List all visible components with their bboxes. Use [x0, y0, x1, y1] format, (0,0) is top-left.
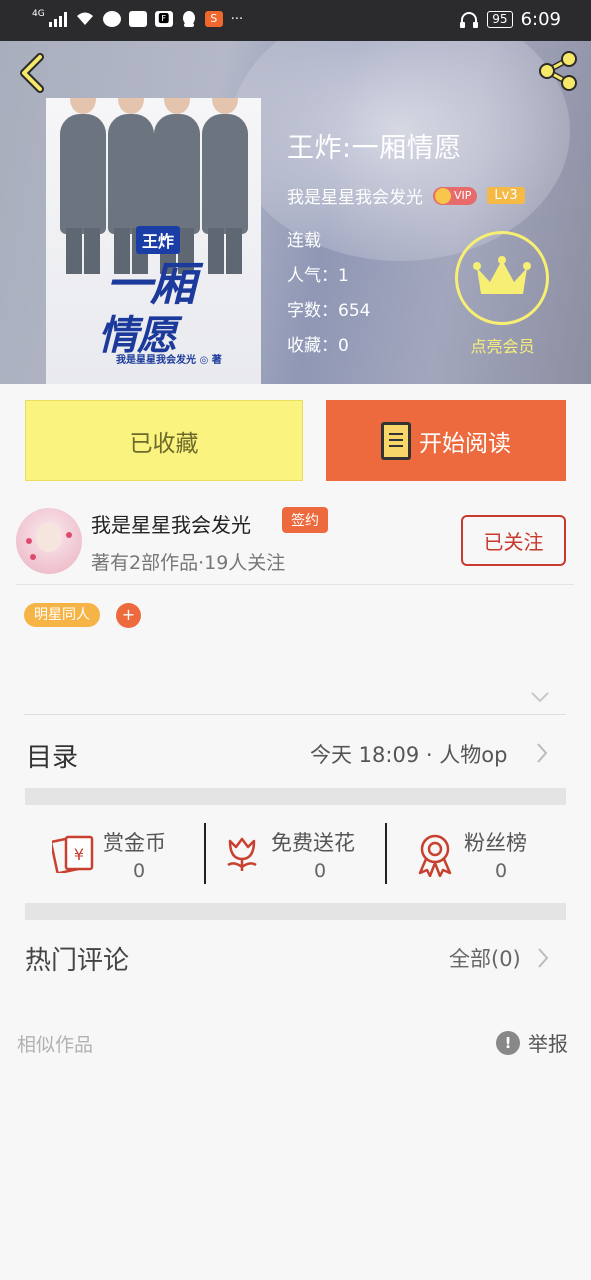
report-label: 举报 — [528, 1032, 568, 1056]
author-name[interactable]: 我是星星我会发光 — [91, 509, 251, 538]
chevron-right-icon[interactable] — [536, 946, 550, 970]
member-button[interactable]: 点亮会员 — [455, 231, 550, 357]
toc-latest-chapter[interactable]: 今天 18:09 · 人物op — [310, 739, 507, 769]
flowers-value: 0 — [314, 860, 327, 882]
book-author[interactable]: 我是星星我会发光 — [287, 183, 423, 208]
status-right: 95 6:09 — [459, 9, 561, 30]
section-separator — [25, 788, 566, 805]
app-notification-icon: 🅵 — [154, 11, 173, 27]
signal-icon — [48, 11, 67, 27]
author-avatar[interactable] — [16, 508, 82, 574]
toc-label[interactable]: 目录 — [26, 737, 78, 774]
share-icon[interactable] — [535, 49, 581, 93]
status-bar: 4G 🅵 S ··· 95 6:09 — [0, 0, 591, 41]
signed-badge: 签约 — [282, 507, 328, 533]
similar-works-label: 相似作品 — [17, 1034, 94, 1056]
free-flowers[interactable]: 免费送花 0 — [224, 822, 374, 884]
book-header: 王炸 一厢 情愿 我是星星我会发光 ◎ 著 王炸:一厢情愿 我是星星我会发光 V… — [0, 41, 591, 384]
reward-label: 赏金币 — [103, 831, 166, 855]
add-tag-button[interactable]: + — [116, 603, 141, 628]
report-button[interactable]: ! 举报 — [496, 1028, 568, 1057]
cover-author: 我是星星我会发光 ◎ 著 — [116, 355, 222, 366]
chevron-right-icon[interactable] — [535, 741, 549, 765]
status-left: 4G 🅵 S ··· — [32, 9, 244, 28]
genre-tag[interactable]: 明星同人 — [24, 603, 100, 627]
reward-coins[interactable]: ¥ 赏金币 0 — [52, 822, 182, 884]
headphones-icon — [460, 11, 479, 28]
fans-label: 粉丝榜 — [464, 831, 527, 855]
divider — [385, 823, 387, 884]
reward-value: 0 — [133, 860, 146, 882]
favorite-button[interactable]: 已收藏 — [25, 400, 303, 481]
section-separator — [25, 903, 566, 920]
all-comments-link[interactable]: 全部(0) — [449, 943, 521, 973]
crown-icon — [435, 187, 451, 204]
more-notifications-icon: ··· — [230, 11, 244, 27]
follow-button[interactable]: 已关注 — [461, 515, 566, 566]
divider — [24, 714, 566, 715]
vip-badge: VIP — [433, 186, 478, 205]
medal-icon — [418, 834, 452, 877]
back-icon[interactable] — [14, 51, 50, 95]
battery-indicator: 95 — [487, 11, 513, 28]
hot-comments-label: 热门评论 — [25, 946, 130, 976]
briefcase-icon — [128, 11, 147, 27]
book-icon — [381, 421, 411, 460]
qq-icon — [182, 11, 195, 27]
svg-text:¥: ¥ — [74, 845, 84, 864]
fans-ranking[interactable]: 粉丝榜 0 — [416, 822, 546, 884]
book-cover[interactable]: 王炸 一厢 情愿 我是星星我会发光 ◎ 著 — [46, 98, 261, 384]
clock: 6:09 — [520, 9, 561, 30]
level-badge: Lv3 — [487, 187, 525, 204]
red-envelope-icon: ¥ — [52, 835, 94, 873]
flowers-label: 免费送花 — [271, 831, 355, 855]
wifi-icon — [76, 12, 93, 25]
divider — [204, 823, 206, 884]
flower-icon — [227, 837, 257, 871]
crown-icon — [473, 256, 531, 294]
start-reading-button[interactable]: 开始阅读 — [326, 400, 566, 481]
member-label: 点亮会员 — [470, 337, 535, 356]
book-author-row: 我是星星我会发光 VIP Lv3 — [287, 183, 525, 208]
globe-icon — [102, 11, 121, 27]
exclamation-icon: ! — [496, 1030, 520, 1055]
app-s-icon: S — [204, 11, 223, 27]
divider — [16, 584, 574, 585]
author-stats: 著有2部作品·19人关注 — [91, 552, 286, 574]
network-type: 4G — [32, 9, 45, 19]
chevron-down-icon[interactable] — [530, 690, 550, 704]
book-title: 王炸:一厢情愿 — [287, 133, 462, 164]
fans-value: 0 — [495, 860, 508, 882]
start-reading-label: 开始阅读 — [419, 430, 511, 457]
